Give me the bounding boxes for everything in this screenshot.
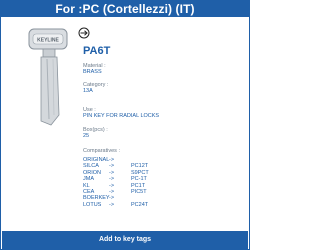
material-value: BRASS bbox=[83, 69, 102, 75]
comparative-arrow: -> bbox=[109, 201, 115, 208]
card-header: For :PC (Cortellezzi) (IT) bbox=[1, 1, 249, 17]
add-to-key-tags-button[interactable]: Add to key tags bbox=[2, 231, 248, 249]
add-to-key-tags-label: Add to key tags bbox=[98, 236, 152, 243]
box-value: 25 bbox=[83, 133, 90, 139]
product-code: PA6T bbox=[83, 45, 111, 57]
comparative-code: PIC5T bbox=[131, 188, 147, 195]
comparative-code: PC24T bbox=[131, 201, 149, 208]
use-value: PIN KEY FOR RADIAL LOCKS bbox=[83, 113, 160, 119]
key-blank-image: KEYLINE bbox=[28, 28, 68, 126]
circle-arrow-right-icon bbox=[78, 27, 90, 39]
category-value: 13A bbox=[83, 88, 93, 94]
header-title: For :PC (Cortellezzi) (IT) bbox=[55, 2, 195, 16]
comparatives-label: Comparatives : bbox=[83, 148, 120, 154]
svg-text:KEYLINE: KEYLINE bbox=[37, 38, 59, 44]
comparative-brand: LOTUS bbox=[83, 201, 102, 208]
product-card: For :PC (Cortellezzi) (IT) KEYLINE PA6T … bbox=[0, 0, 250, 250]
